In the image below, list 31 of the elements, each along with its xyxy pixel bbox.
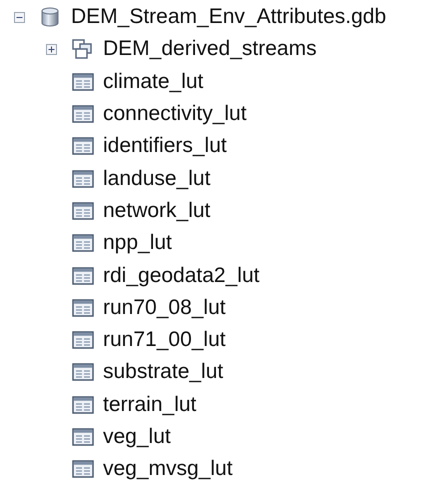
stacked-squares-icon <box>72 39 94 60</box>
table-icon <box>72 104 94 124</box>
collapse-icon[interactable] <box>14 12 25 23</box>
table-icon <box>72 298 94 318</box>
tree-item[interactable]: DEM_Stream_Env_Attributes.gdb <box>71 5 386 30</box>
table-icon <box>72 427 94 447</box>
tree-item[interactable]: network_lut <box>103 198 210 223</box>
table-icon <box>72 330 94 350</box>
table-icon <box>72 394 94 415</box>
table-icon <box>72 72 94 92</box>
tree-item[interactable]: veg_mvsg_lut <box>103 457 233 482</box>
expand-icon[interactable] <box>46 44 57 55</box>
tree-item[interactable]: rdi_geodata2_lut <box>103 264 260 288</box>
table-icon <box>72 362 94 382</box>
table-icon <box>72 136 94 156</box>
tree-item[interactable]: landuse_lut <box>103 166 210 191</box>
tree-item[interactable]: substrate_lut <box>103 360 224 384</box>
tree-item[interactable]: run71_00_lut <box>103 328 226 352</box>
table-icon <box>72 200 94 221</box>
table-icon <box>72 168 94 189</box>
tree-item[interactable]: climate_lut <box>103 70 204 94</box>
tree-item[interactable]: veg_lut <box>103 425 171 449</box>
tree-item[interactable]: DEM_derived_streams <box>103 37 317 62</box>
tree-item[interactable]: terrain_lut <box>103 392 196 417</box>
tree-item[interactable]: identifiers_lut <box>103 134 227 158</box>
table-icon <box>72 459 94 480</box>
table-icon <box>72 266 94 286</box>
tree-item[interactable]: connectivity_lut <box>103 102 247 126</box>
tree-item[interactable]: npp_lut <box>103 231 172 256</box>
tree-item[interactable]: run70_08_lut <box>103 296 226 320</box>
table-icon <box>72 233 94 254</box>
